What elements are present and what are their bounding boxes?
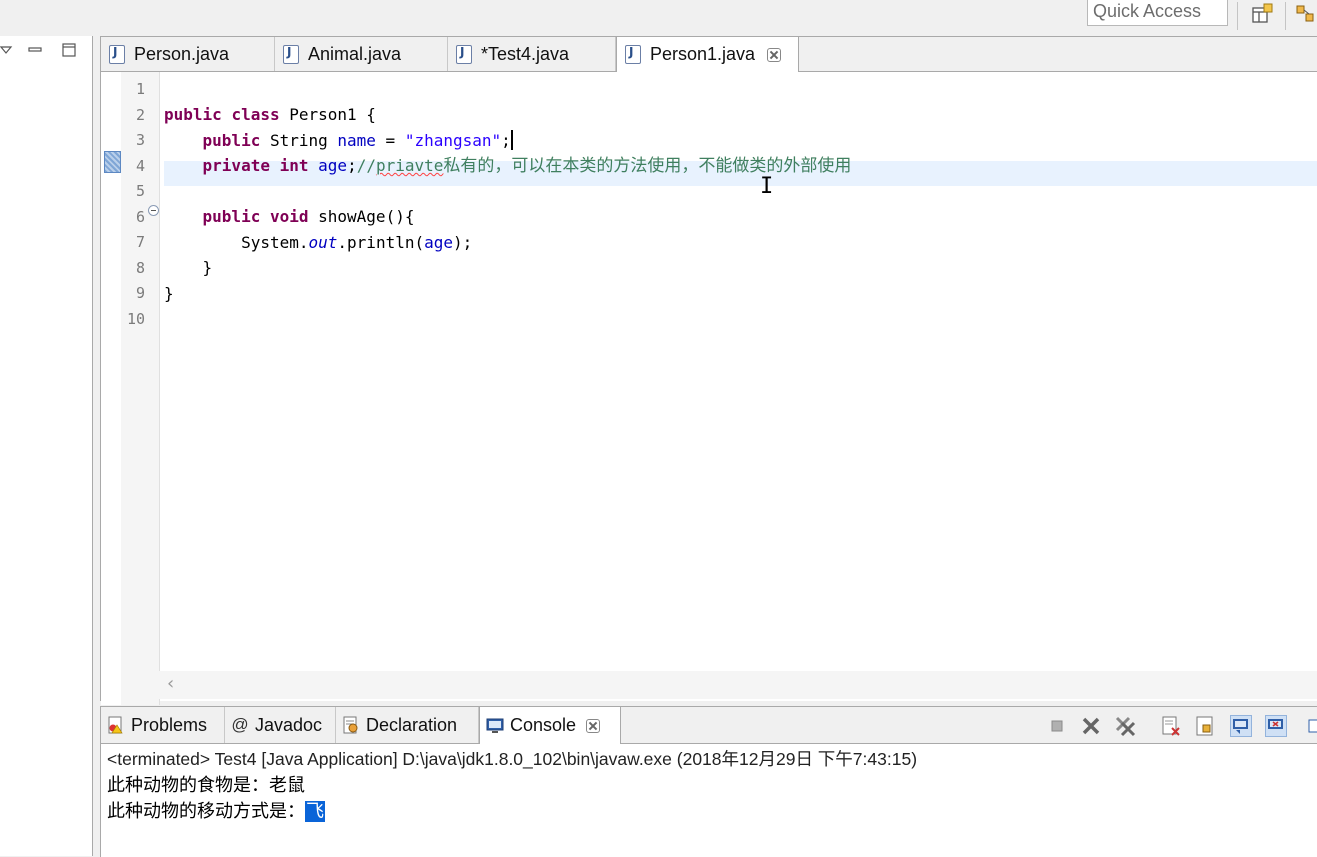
tab-label: Person1.java: [650, 44, 756, 64]
close-tab-icon[interactable]: [586, 718, 601, 733]
line-number: 2: [135, 105, 145, 124]
line-number: 9: [135, 284, 145, 302]
line-number: 8: [135, 258, 145, 277]
console-pane: Problems @ Javadoc Declaration Console <…: [100, 706, 1317, 857]
tab-label: Animal.java: [308, 43, 402, 64]
java-file-icon: [625, 45, 641, 64]
open-perspective-icon[interactable]: [1250, 2, 1274, 26]
package-explorer-strip: [0, 36, 93, 856]
console-tab-bar: Problems @ Javadoc Declaration Console: [101, 707, 1317, 744]
minimize-icon[interactable]: [27, 42, 43, 58]
editor-tab-bar: Person.java Animal.java *Test4.java Pers…: [101, 37, 1317, 72]
tab-label: *Test4.java: [481, 43, 570, 64]
at-icon: @: [231, 715, 249, 734]
remove-all-terminated-icon[interactable]: [1114, 715, 1136, 737]
toolbar-separator: [1285, 2, 1286, 30]
ibeam-cursor-icon: I: [760, 174, 774, 199]
tab-label: Javadoc: [255, 714, 323, 735]
tab-test4-java[interactable]: *Test4.java: [448, 37, 616, 71]
code-text-area[interactable]: public class Person1 { public String nam…: [160, 72, 1317, 705]
code-line-2: public class Person1 {: [164, 105, 376, 124]
tab-label: Problems: [131, 714, 208, 735]
text-caret: [510, 129, 513, 150]
scroll-left-icon[interactable]: ‹: [167, 673, 174, 694]
line-number: 4: [135, 156, 145, 175]
annotation-marker[interactable]: [104, 151, 121, 173]
main-toolbar: Quick Access: [0, 0, 1317, 36]
java-file-icon: [456, 44, 472, 64]
show-on-stdout-icon[interactable]: [1230, 715, 1252, 737]
annotation-ruler: [101, 72, 121, 705]
tab-problems[interactable]: Problems: [101, 707, 225, 743]
pin-console-icon[interactable]: [1301, 715, 1317, 737]
tab-javadoc[interactable]: @ Javadoc: [225, 707, 336, 743]
selected-output-text[interactable]: 飞: [305, 801, 325, 822]
code-line-4: private int age;//priavte私有的，可以在本类的方法使用，…: [202, 156, 852, 176]
line-number: 10: [126, 309, 145, 328]
line-number: 5: [135, 182, 145, 200]
tab-person-java[interactable]: Person.java: [101, 37, 275, 71]
line-number: 7: [135, 233, 145, 251]
console-output-line: 此种动物的移动方式是：飞: [107, 801, 325, 822]
code-line-3: public String name = "zhangsan";: [202, 129, 513, 150]
maximize-icon[interactable]: [61, 42, 77, 58]
tab-person1-java[interactable]: Person1.java: [616, 37, 799, 72]
close-tab-icon[interactable]: [767, 47, 782, 62]
code-line-8: }: [202, 258, 213, 277]
horizontal-scrollbar[interactable]: ‹: [121, 671, 1317, 699]
remove-launch-icon[interactable]: [1080, 715, 1102, 737]
tab-label: Person.java: [134, 43, 230, 64]
console-output-line: 此种动物的食物是：老鼠: [107, 775, 305, 796]
code-line-9: }: [164, 283, 174, 303]
clear-console-icon[interactable]: [1160, 715, 1182, 737]
declaration-icon: [342, 716, 360, 734]
quick-access-input[interactable]: Quick Access: [1087, 0, 1228, 26]
line-number: 6: [135, 207, 145, 226]
java-editor: Person.java Animal.java *Test4.java Pers…: [100, 36, 1317, 705]
view-menu-icon[interactable]: [0, 42, 16, 58]
code-line-7: System.out.println(age);: [241, 232, 473, 252]
console-launch-description: <terminated> Test4 [Java Application] D:…: [107, 749, 918, 769]
console-icon: [486, 717, 504, 735]
code-line-6: public void showAge(){: [202, 207, 415, 226]
terminate-icon[interactable]: [1046, 715, 1068, 737]
line-number: 3: [135, 131, 145, 149]
java-file-icon: [283, 44, 299, 64]
fold-collapse-icon[interactable]: [148, 205, 159, 216]
java-file-icon: [109, 44, 125, 64]
show-on-stderr-icon[interactable]: [1265, 715, 1287, 737]
tab-console[interactable]: Console: [479, 707, 621, 744]
scroll-lock-icon[interactable]: [1194, 715, 1216, 737]
tab-animal-java[interactable]: Animal.java: [275, 37, 448, 71]
toolbar-separator: [1237, 2, 1238, 30]
misspelled-word[interactable]: priavte: [376, 156, 443, 175]
java-perspective-icon[interactable]: [1294, 2, 1317, 26]
tab-label: Console: [510, 715, 577, 735]
tab-label: Declaration: [366, 714, 458, 735]
line-number-gutter: 1 2 3 4 5 6 7 8 9 10: [121, 72, 160, 705]
problems-icon: [107, 716, 125, 734]
line-number: 1: [135, 80, 145, 98]
tab-declaration[interactable]: Declaration: [336, 707, 479, 743]
